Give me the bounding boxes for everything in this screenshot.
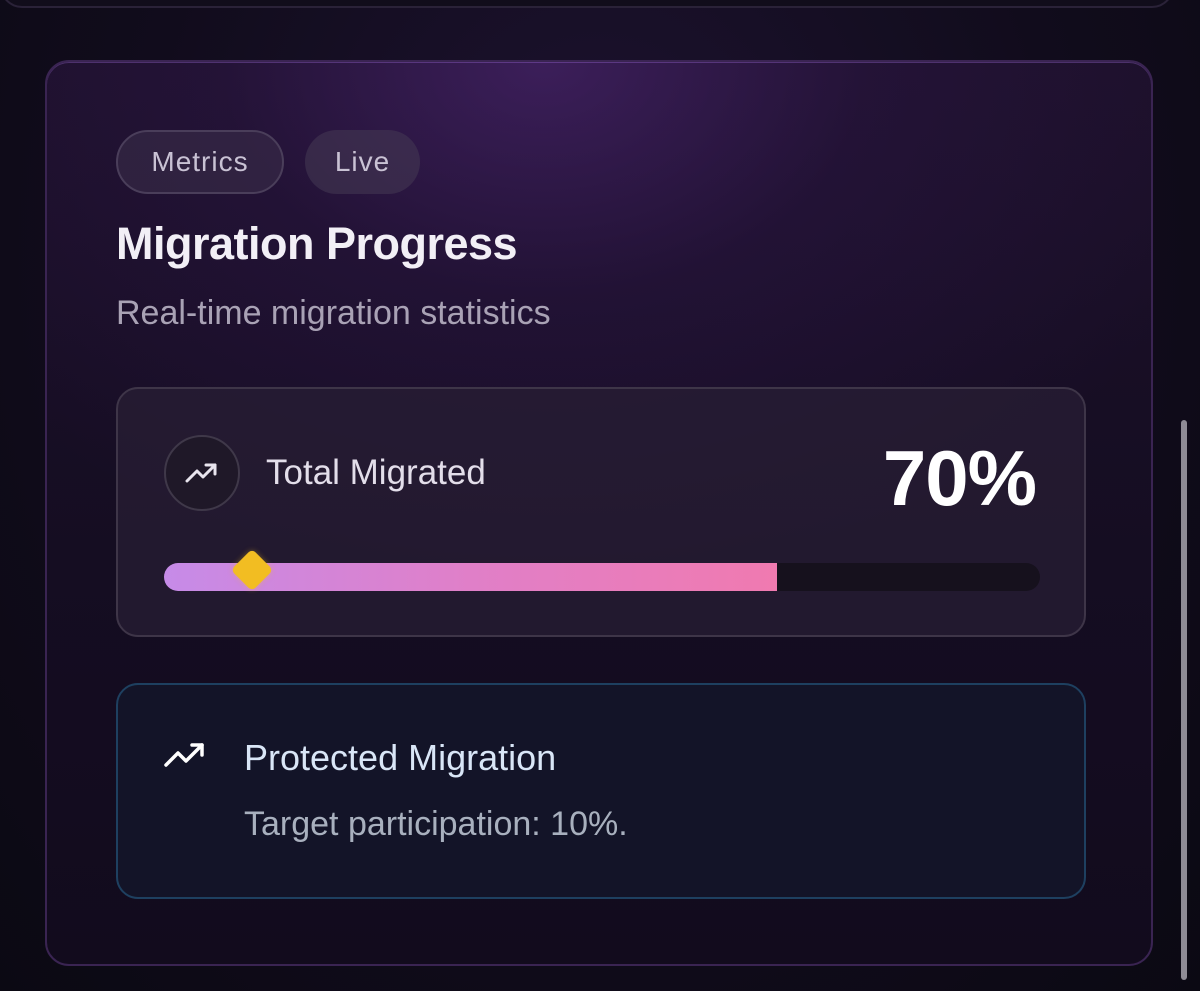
- live-tag: Live: [305, 130, 420, 194]
- page: Metrics Live Migration Progress Real-tim…: [0, 0, 1200, 991]
- protected-migration-panel: Protected Migration Target participation…: [116, 683, 1086, 899]
- trending-up-icon: [164, 743, 204, 767]
- scrollbar-thumb[interactable]: [1181, 420, 1187, 980]
- card-subtitle: Real-time migration statistics: [116, 294, 551, 332]
- total-migrated-value: 70%: [882, 434, 1037, 522]
- card-title: Migration Progress: [116, 218, 518, 269]
- total-migrated-label: Total Migrated: [266, 453, 486, 492]
- trending-up-icon: [164, 435, 240, 511]
- migration-progress-bar: [164, 548, 1040, 592]
- metrics-tag: Metrics: [116, 130, 284, 194]
- total-migrated-panel: Total Migrated 70%: [116, 387, 1086, 637]
- migration-progress-card: Metrics Live Migration Progress Real-tim…: [45, 60, 1153, 966]
- previous-card-edge: [0, 0, 1174, 8]
- protected-migration-title: Protected Migration: [244, 737, 557, 778]
- trending-up-icon-glyph: [185, 463, 217, 483]
- target-participation-text: Target participation: 10%.: [244, 805, 628, 843]
